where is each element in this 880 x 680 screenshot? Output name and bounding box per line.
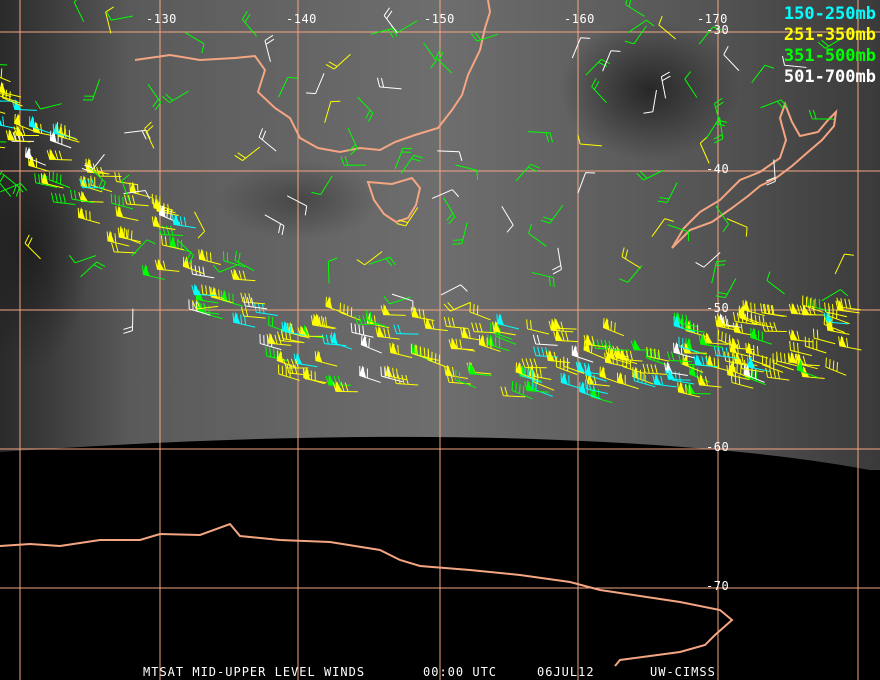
legend-351-500: 351-500mb [783,46,876,66]
legend-501-700: 501-700mb [783,67,876,87]
satellite-map [0,0,880,680]
legend-251-350: 251-350mb [783,25,876,45]
longitude-label: -130 [146,12,177,26]
latitude-label: -50 [706,301,730,315]
latitude-label: -30 [706,23,730,37]
date-label: 06JUL12 [537,665,595,679]
time-label: 00:00 UTC [423,665,498,679]
latitude-label: -40 [706,162,730,176]
longitude-label: -160 [564,12,595,26]
product-title: MTSAT MID-UPPER LEVEL WINDS [143,665,366,679]
legend: 150-250mb 251-350mb 351-500mb 501-700mb [784,4,876,88]
longitude-label: -140 [286,12,317,26]
source-label: UW-CIMSS [650,665,716,679]
legend-150-250: 150-250mb [783,4,876,24]
latitude-label: -70 [706,579,730,593]
longitude-label: -150 [424,12,455,26]
latitude-label: -60 [706,440,730,454]
